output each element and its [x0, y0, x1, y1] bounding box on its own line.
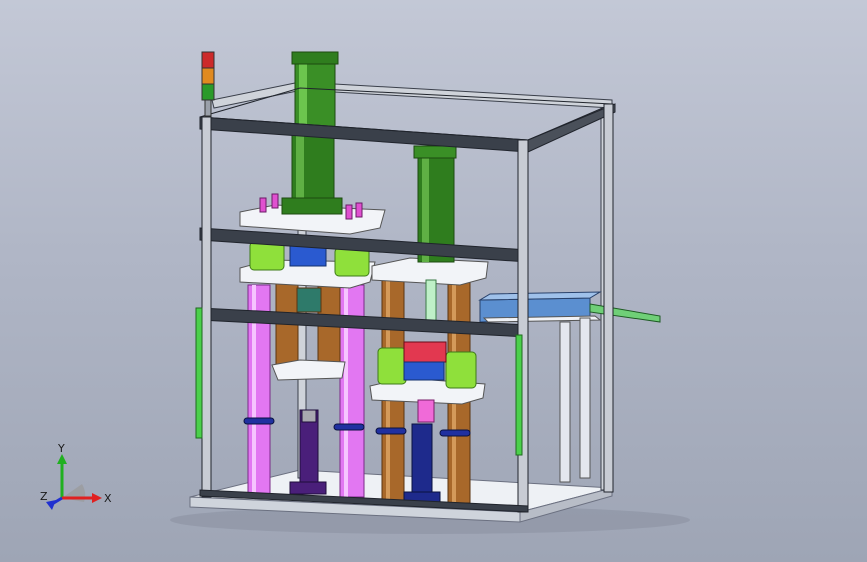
tower-light: [201, 51, 215, 117]
x-axis-label: X: [104, 492, 112, 505]
cad-viewport[interactable]: [0, 0, 867, 562]
pink-slider: [417, 399, 435, 423]
coordinate-triad: Y X Z: [38, 440, 118, 520]
y-axis-head: [57, 454, 67, 464]
z-axis-label: Z: [40, 490, 48, 503]
y-axis-label: Y: [57, 442, 65, 455]
blue-block-right: [403, 361, 445, 381]
machine-model[interactable]: [0, 0, 867, 562]
navy-column: [403, 423, 441, 505]
conveyor-arm: [478, 291, 661, 483]
red-block: [403, 341, 447, 363]
light-green-rod: [425, 279, 437, 326]
blue-block-left: [289, 245, 327, 267]
x-axis-head: [92, 493, 102, 503]
